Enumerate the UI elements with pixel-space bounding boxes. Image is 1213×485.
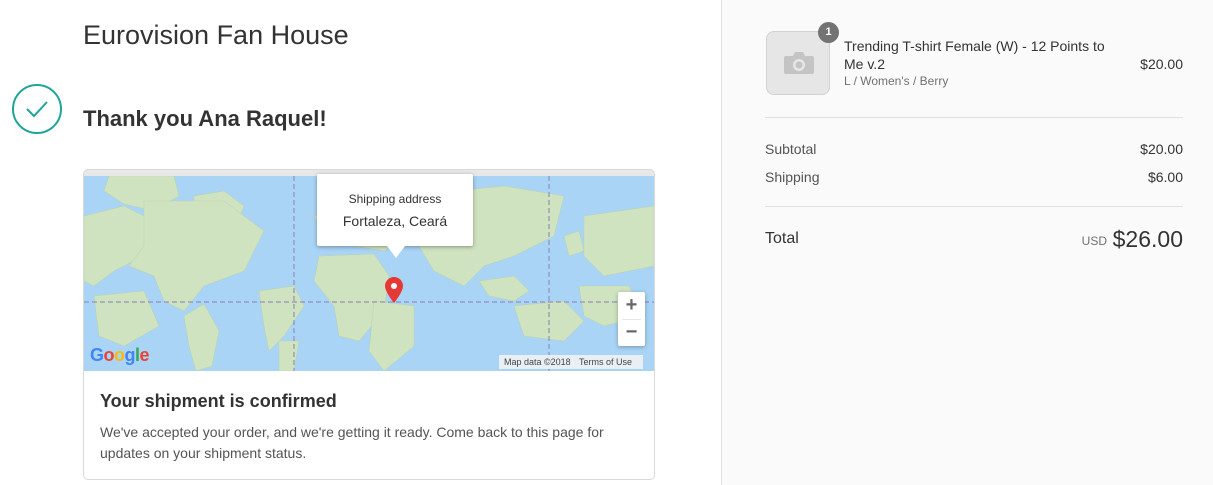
zoom-separator [622,319,641,320]
product-thumbnail [766,31,830,95]
total-label: Total [765,230,799,247]
product-name: Trending T-shirt Female (W) - 12 Points … [844,38,1105,72]
shipping-value: $6.00 [1147,169,1183,185]
subtotal-label: Subtotal [765,141,817,157]
total-currency: USD [1081,234,1107,248]
zoom-in-button[interactable]: + [618,292,645,319]
divider [765,206,1183,207]
map-pin-icon[interactable] [385,277,403,303]
shop-name[interactable]: Eurovision Fan House [83,20,349,51]
shipment-text: We've accepted your order, and we're get… [100,424,604,461]
thank-you-heading: Thank you Ana Raquel! [83,106,327,131]
subtotal-value: $20.00 [1140,141,1183,157]
shipment-title: Your shipment is confirmed [100,391,337,411]
camera-icon [784,52,814,74]
zoom-out-button[interactable]: − [618,319,645,346]
product-variant: L / Women's / Berry [844,74,949,88]
main-content: Eurovision Fan House Thank you Ana Raque… [0,0,721,485]
google-logo-letter: o [103,345,115,365]
divider [765,117,1183,118]
shipment-card: Shipping address Fortaleza, Ceará + − Go… [83,169,655,480]
shipping-address-popup: Shipping address Fortaleza, Ceará [317,174,473,258]
quantity-badge: 1 [818,22,839,43]
product-price: $20.00 [1140,56,1183,72]
popup-address: Fortaleza, Ceará [342,213,448,229]
total-value: $26.00 [1112,226,1183,252]
google-logo-letter: g [124,345,136,365]
shipping-map[interactable]: Shipping address Fortaleza, Ceará + − Go… [84,170,654,371]
popup-label: Shipping address [348,192,442,206]
google-logo[interactable]: Google [90,345,150,366]
checkmark-icon [12,84,62,134]
google-logo-letter: o [114,345,125,365]
google-logo-letter: e [139,345,150,365]
order-summary-sidebar: 1 Trending T-shirt Female (W) - 12 Point… [721,0,1213,485]
map-attribution: Map data ©2018 Terms of Use [499,355,644,369]
shipping-label: Shipping [765,169,820,185]
map-data-credit: Map data ©2018 [504,357,571,367]
map-zoom-control: + − [618,292,645,346]
google-logo-letter: G [90,345,104,365]
terms-of-use-link[interactable]: Terms of Use [579,357,632,367]
